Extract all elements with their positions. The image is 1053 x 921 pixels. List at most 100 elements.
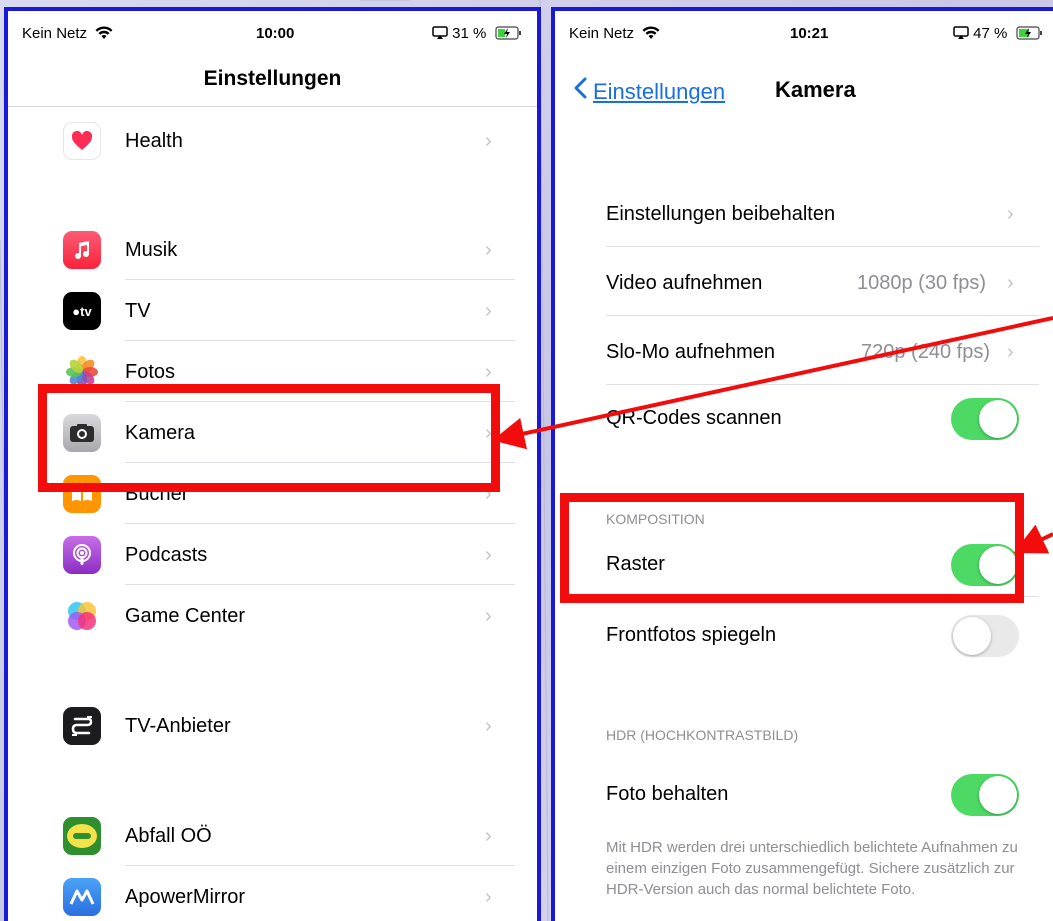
row-label: Bücher <box>125 482 189 505</box>
row-label: Slo-Mo aufnehmen <box>606 341 775 363</box>
chevron-right-icon: › <box>485 421 492 444</box>
row-divider <box>606 596 1039 597</box>
abfall-icon <box>63 817 101 855</box>
podcasts-icon <box>63 536 101 574</box>
row-label: Fotos <box>125 360 176 383</box>
settings-screen: Kein Netz 10:00 31 % Einstellungen Healt… <box>4 7 541 921</box>
row-label: Health <box>125 129 183 152</box>
page-title: Einstellungen <box>203 67 342 90</box>
row-value: 720p (240 fps) <box>861 341 990 363</box>
back-button-label: Einstellungen <box>593 79 726 104</box>
row-divider <box>606 315 1039 316</box>
row-keep-settings[interactable]: Einstellungen beibehalten › <box>555 179 1053 247</box>
row-label: Raster <box>606 553 665 575</box>
status-right: 47 % <box>953 25 1044 42</box>
row-divider <box>125 279 515 280</box>
heart-icon <box>63 122 101 160</box>
row-scan-qr: QR-Codes scannen <box>555 383 1053 451</box>
toggle-knob <box>979 776 1017 814</box>
row-record-video[interactable]: Video aufnehmen 1080p (30 fps) › <box>555 248 1053 316</box>
toggle-knob <box>953 617 991 655</box>
row-label: ApowerMirror <box>125 885 246 908</box>
wifi-icon <box>95 26 113 39</box>
appletv-icon: ●tv <box>63 292 101 330</box>
battery-charging-icon <box>1015 26 1042 40</box>
row-label: Kamera <box>125 421 196 444</box>
battery-percent: 47 % <box>973 25 1008 42</box>
carrier-text: Kein Netz <box>569 25 635 42</box>
clock: 10:21 <box>790 25 829 42</box>
row-label: Podcasts <box>125 543 208 566</box>
camera-icon <box>63 414 101 452</box>
carrier-label: Kein Netz <box>22 25 113 42</box>
keep-photo-toggle[interactable] <box>951 774 1019 816</box>
row-divider <box>125 401 515 402</box>
toggle-knob <box>979 546 1017 584</box>
row-divider <box>606 246 1039 247</box>
photos-icon <box>63 353 101 391</box>
scan-qr-toggle[interactable] <box>951 398 1019 440</box>
row-divider <box>125 865 515 866</box>
chevron-left-icon <box>573 77 587 105</box>
row-label: Abfall OÖ <box>125 824 212 847</box>
chevron-right-icon: › <box>485 299 492 322</box>
music-icon <box>63 231 101 269</box>
battery-charging-icon <box>494 26 521 40</box>
battery-percent: 31 % <box>452 25 487 42</box>
row-divider <box>125 462 515 463</box>
chevron-right-icon: › <box>485 360 492 383</box>
settings-row-tv[interactable]: ●tv TV › <box>8 281 537 341</box>
row-label: QR-Codes scannen <box>606 407 782 429</box>
settings-row-podcasts[interactable]: Podcasts › <box>8 525 537 585</box>
row-keep-photo: Foto behalten <box>555 759 1053 827</box>
clock: 10:00 <box>256 25 295 42</box>
chevron-right-icon: › <box>485 238 492 261</box>
chevron-right-icon: › <box>1007 203 1014 225</box>
chevron-right-icon: › <box>485 129 492 152</box>
row-record-slomo[interactable]: Slo-Mo aufnehmen 720p (240 fps) › <box>555 317 1053 385</box>
grid-toggle[interactable] <box>951 544 1019 586</box>
screen-mirroring-icon <box>432 26 448 39</box>
back-button[interactable]: Einstellungen <box>573 77 725 105</box>
mirror-front-toggle[interactable] <box>951 615 1019 657</box>
settings-row-musik[interactable]: Musik › <box>8 220 537 280</box>
settings-row-fotos[interactable]: Fotos › <box>8 342 537 402</box>
hdr-footnote: Mit HDR werden drei unterschiedlich beli… <box>606 839 1018 898</box>
carrier-label: Kein Netz <box>569 25 660 42</box>
camera-settings-screen: Kein Netz 10:21 47 % Einstellungen Kamer… <box>551 7 1053 921</box>
row-label: Foto behalten <box>606 783 729 805</box>
settings-row-gamecenter[interactable]: Game Center › <box>8 586 537 646</box>
chevron-right-icon: › <box>485 543 492 566</box>
chevron-right-icon: › <box>485 604 492 627</box>
chevron-right-icon: › <box>1007 272 1014 294</box>
row-label: Einstellungen beibehalten <box>606 203 836 225</box>
settings-row-tvanbieter[interactable]: TV-Anbieter › <box>8 696 537 756</box>
row-label: Game Center <box>125 604 246 627</box>
chevron-right-icon: › <box>485 482 492 505</box>
row-label: Video aufnehmen <box>606 272 763 294</box>
row-label: TV-Anbieter <box>125 714 231 737</box>
carrier-text: Kein Netz <box>22 25 88 42</box>
row-divider <box>125 340 515 341</box>
books-icon <box>63 475 101 513</box>
row-label: Frontfotos spiegeln <box>606 624 777 646</box>
section-header-hdr: HDR (HOCHKONTRASTBILD) <box>606 727 799 743</box>
apowermirror-icon <box>63 878 101 916</box>
row-divider <box>125 584 515 585</box>
nav-divider <box>8 106 537 107</box>
settings-row-kamera[interactable]: Kamera › <box>8 403 537 463</box>
settings-row-buecher[interactable]: Bücher › <box>8 464 537 524</box>
row-grid: Raster <box>555 529 1053 597</box>
chevron-right-icon: › <box>1007 341 1014 363</box>
settings-row-apowermirror[interactable]: ApowerMirror › <box>8 867 537 921</box>
row-mirror-front: Frontfotos spiegeln <box>555 600 1053 668</box>
row-value: 1080p (30 fps) <box>857 272 986 294</box>
row-label: TV <box>125 299 151 322</box>
wifi-icon <box>642 26 660 39</box>
settings-row-health[interactable]: Health › <box>8 111 537 171</box>
status-bar: Kein Netz 10:21 47 % <box>555 11 1053 49</box>
gamecenter-icon <box>63 597 101 635</box>
chevron-right-icon: › <box>485 885 492 908</box>
page-title: Kamera <box>775 77 856 102</box>
settings-row-abfall[interactable]: Abfall OÖ › <box>8 806 537 866</box>
